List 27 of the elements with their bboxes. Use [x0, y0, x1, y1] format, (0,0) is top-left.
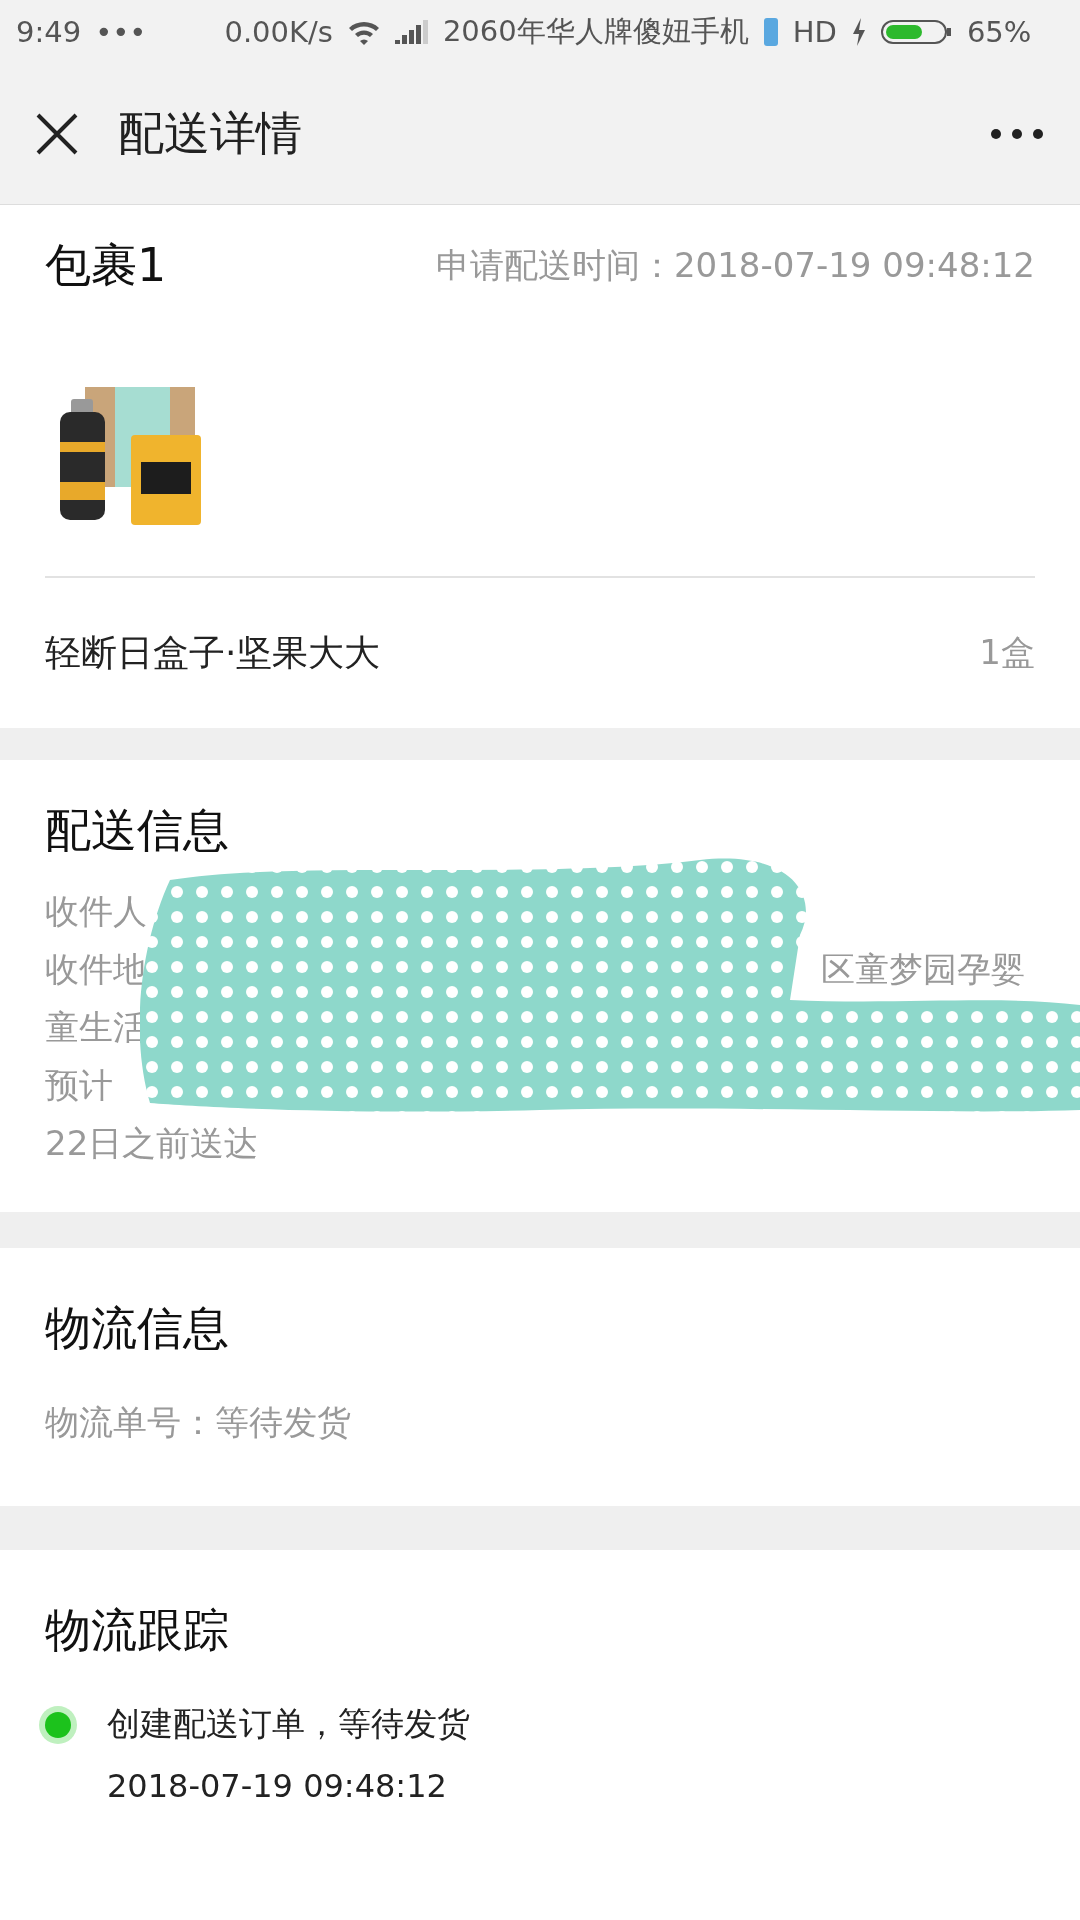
delivery-info-text: 22日之前送达: [45, 1122, 259, 1165]
event-time: 2018-07-19 09:48:12: [107, 1767, 448, 1805]
event-text: 创建配送订单，等待发货: [107, 1703, 471, 1745]
section-title: 配送信息: [45, 802, 230, 859]
network-type: HD: [792, 15, 837, 49]
section-title: 物流信息: [45, 1300, 230, 1357]
more-icon[interactable]: [990, 128, 1044, 140]
delivery-info-text: 收件人: [45, 890, 147, 933]
battery-percent: 65%: [966, 15, 1032, 49]
section-title: 物流跟踪: [45, 1602, 230, 1659]
clock: 9:49: [16, 15, 82, 49]
signal-icon: [394, 20, 429, 44]
delivery-info-text: 预计: [45, 1064, 113, 1107]
carrier-name: 2060年华人牌傻妞手机: [442, 13, 749, 50]
more-notifications: •••: [95, 15, 147, 49]
item-quantity: 1盒: [979, 631, 1035, 674]
delivery-info-text: 区童梦园孕婴: [821, 948, 1025, 991]
page-title: 配送详情: [118, 105, 303, 162]
item-name: 轻断日盒子·坚果大大: [45, 630, 381, 675]
charging-icon: [850, 18, 867, 46]
package-title: 包裹1: [45, 237, 167, 294]
phone-icon: [762, 17, 779, 47]
network-speed: 0.00K/s: [224, 15, 333, 49]
close-icon[interactable]: [36, 113, 78, 155]
tracking-number: 物流单号：等待发货: [45, 1402, 351, 1442]
request-time: 申请配送时间：2018-07-19 09:48:12: [435, 244, 1035, 287]
battery-icon: [880, 18, 953, 46]
